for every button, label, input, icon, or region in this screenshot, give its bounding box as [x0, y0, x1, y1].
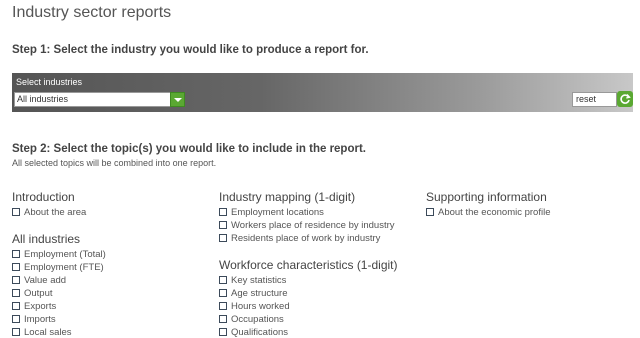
- topic-about-the-area[interactable]: About the area: [12, 206, 86, 218]
- section-workforce-characteristics: Workforce characteristics (1-digit): [219, 258, 398, 272]
- checkbox[interactable]: [219, 328, 227, 336]
- step2-subtext: All selected topics will be combined int…: [12, 158, 217, 168]
- reset-field[interactable]: reset: [572, 92, 617, 107]
- checkbox[interactable]: [219, 276, 227, 284]
- checkbox[interactable]: [219, 221, 227, 229]
- topic-imports[interactable]: Imports: [12, 313, 56, 325]
- step1-heading: Step 1: Select the industry you would li…: [12, 44, 369, 56]
- topic-employment-locations[interactable]: Employment locations: [219, 206, 324, 218]
- topic-workers-place-of-residence[interactable]: Workers place of residence by industry: [219, 219, 395, 231]
- topic-employment-total[interactable]: Employment (Total): [12, 248, 106, 260]
- checkbox[interactable]: [12, 302, 20, 310]
- topic-hours-worked[interactable]: Hours worked: [219, 300, 290, 312]
- checkbox[interactable]: [219, 289, 227, 297]
- topic-local-sales[interactable]: Local sales: [12, 326, 72, 338]
- checkbox[interactable]: [12, 328, 20, 336]
- section-all-industries: All industries: [12, 232, 81, 246]
- topic-key-statistics[interactable]: Key statistics: [219, 274, 286, 286]
- chevron-down-icon[interactable]: [170, 92, 185, 107]
- page-title: Industry sector reports: [12, 4, 172, 21]
- checkbox[interactable]: [12, 276, 20, 284]
- checkbox[interactable]: [12, 263, 20, 271]
- checkbox[interactable]: [219, 315, 227, 323]
- topic-about-the-economic-profile[interactable]: About the economic profile: [426, 206, 550, 218]
- section-supporting-information: Supporting information: [426, 190, 547, 204]
- topic-output[interactable]: Output: [12, 287, 53, 299]
- topic-age-structure[interactable]: Age structure: [219, 287, 288, 299]
- topic-employment-fte[interactable]: Employment (FTE): [12, 261, 104, 273]
- section-introduction: Introduction: [12, 190, 75, 204]
- checkbox[interactable]: [12, 315, 20, 323]
- topic-value-add[interactable]: Value add: [12, 274, 66, 286]
- checkbox[interactable]: [12, 250, 20, 258]
- step2-heading: Step 2: Select the topic(s) you would li…: [12, 143, 366, 155]
- industry-selection-bar: Select industries All industries reset: [12, 73, 633, 112]
- refresh-icon[interactable]: [617, 91, 633, 107]
- checkbox[interactable]: [219, 208, 227, 216]
- section-industry-mapping: Industry mapping (1-digit): [219, 190, 356, 204]
- topic-exports[interactable]: Exports: [12, 300, 56, 312]
- checkbox[interactable]: [426, 208, 434, 216]
- topic-qualifications[interactable]: Qualifications: [219, 326, 288, 338]
- checkbox[interactable]: [219, 302, 227, 310]
- checkbox[interactable]: [12, 289, 20, 297]
- checkbox[interactable]: [12, 208, 20, 216]
- select-industries-label: Select industries: [16, 77, 83, 87]
- topic-residents-place-of-work[interactable]: Residents place of work by industry: [219, 232, 380, 244]
- checkbox[interactable]: [219, 234, 227, 242]
- industry-select[interactable]: All industries: [14, 92, 172, 107]
- topic-occupations[interactable]: Occupations: [219, 313, 284, 325]
